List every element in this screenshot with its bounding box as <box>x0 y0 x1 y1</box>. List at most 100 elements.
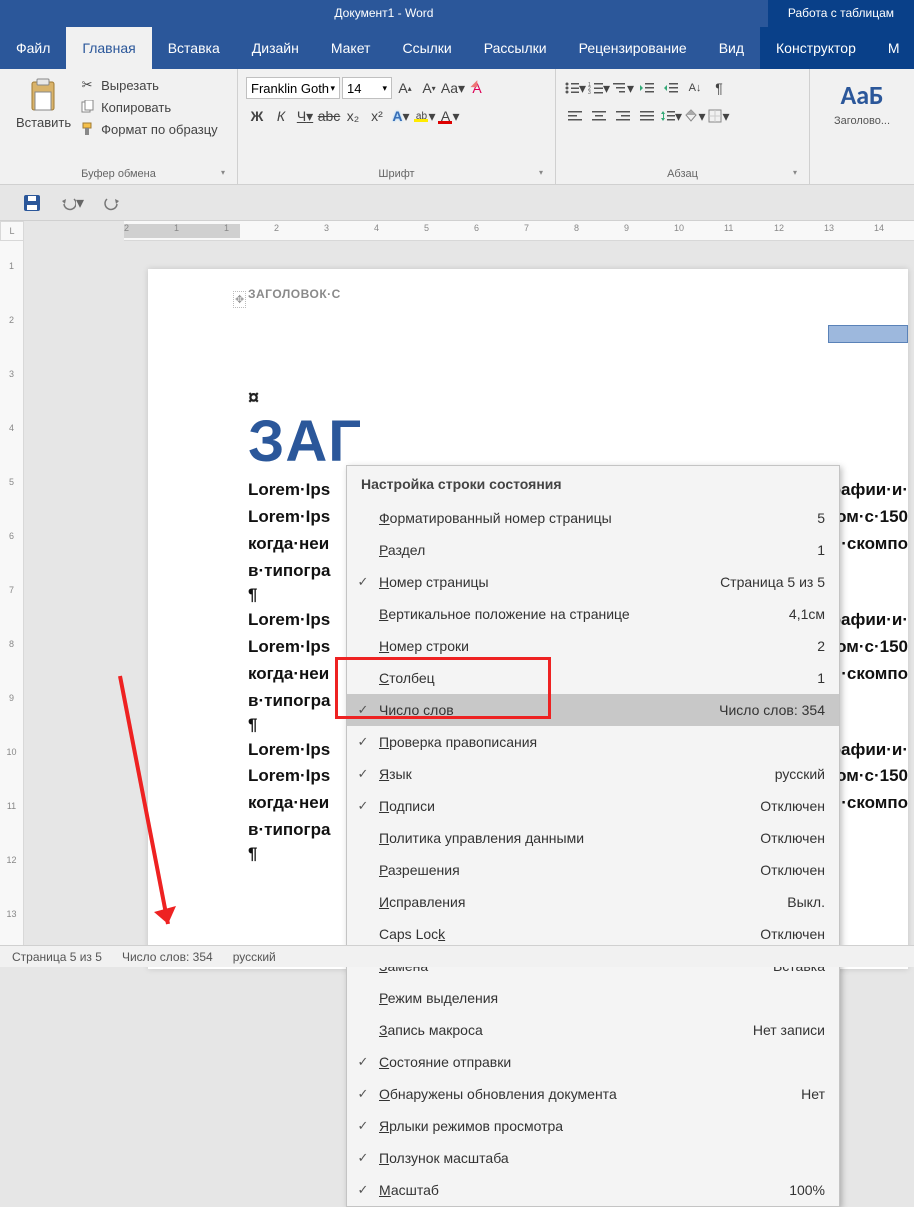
strike-button[interactable]: abc <box>318 105 340 127</box>
clear-format-button[interactable]: A◢ <box>466 77 488 99</box>
page-header-text: ЗАГОЛОВОК·С <box>248 287 908 301</box>
svg-text:3: 3 <box>588 90 591 95</box>
tab-view[interactable]: Вид <box>703 27 760 69</box>
borders-button[interactable]: ▾ <box>708 105 730 127</box>
tab-constructor[interactable]: Конструктор <box>760 27 872 69</box>
context-item-7[interactable]: ✓Проверка правописания <box>347 726 839 758</box>
superscript-button[interactable]: x² <box>366 105 388 127</box>
context-item-label: Состояние отправки <box>379 1054 825 1070</box>
context-item-19[interactable]: ✓Ярлыки режимов просмотра <box>347 1110 839 1142</box>
bold-button[interactable]: Ж <box>246 105 268 127</box>
tab-insert[interactable]: Вставка <box>152 27 236 69</box>
context-item-5[interactable]: Столбец1 <box>347 662 839 694</box>
context-item-17[interactable]: ✓Состояние отправки <box>347 1046 839 1078</box>
align-right-button[interactable] <box>612 105 634 127</box>
context-item-18[interactable]: ✓Обнаружены обновления документаНет <box>347 1078 839 1110</box>
context-item-8[interactable]: ✓Языкрусский <box>347 758 839 790</box>
context-item-12[interactable]: ИсправленияВыкл. <box>347 886 839 918</box>
context-item-label: Подписи <box>379 798 760 814</box>
context-item-10[interactable]: Политика управления даннымиОтключен <box>347 822 839 854</box>
shading-button[interactable]: ▾ <box>684 105 706 127</box>
annotation-arrow <box>80 666 190 956</box>
tab-home[interactable]: Главная <box>66 27 151 69</box>
pilcrow-button[interactable]: ¶ <box>708 77 730 99</box>
change-case-button[interactable]: Aa▾ <box>442 77 464 99</box>
dec-indent-button[interactable] <box>636 77 658 99</box>
check-icon: ✓ <box>347 1182 379 1198</box>
grow-font-button[interactable]: A▴ <box>394 77 416 99</box>
context-item-1[interactable]: Раздел1 <box>347 534 839 566</box>
context-item-0[interactable]: Форматированный номер страницы5 <box>347 502 839 534</box>
font-size-select[interactable]: 14▾ <box>342 77 392 99</box>
context-item-3[interactable]: Вертикальное положение на странице4,1см <box>347 598 839 630</box>
font-name-select[interactable]: Franklin Goth▾ <box>246 77 340 99</box>
sort-button[interactable]: A↓ <box>684 77 706 99</box>
context-item-9[interactable]: ✓ПодписиОтключен <box>347 790 839 822</box>
multilevel-button[interactable]: ▾ <box>612 77 634 99</box>
context-item-4[interactable]: Номер строки2 <box>347 630 839 662</box>
context-item-value: 4,1см <box>789 606 825 622</box>
table-anchor-icon[interactable]: ✥ <box>233 291 246 308</box>
context-item-11[interactable]: РазрешенияОтключен <box>347 854 839 886</box>
align-center-button[interactable] <box>588 105 610 127</box>
italic-button[interactable]: К <box>270 105 292 127</box>
ruler-corner[interactable]: L <box>0 221 24 241</box>
context-item-label: Номер строки <box>379 638 817 654</box>
check-icon: ✓ <box>347 734 379 750</box>
font-color-button[interactable]: A▾ <box>438 105 460 127</box>
context-item-21[interactable]: ✓Масштаб100% <box>347 1174 839 1206</box>
ribbon: Вставить ✂Вырезать Копировать Формат по … <box>0 69 914 185</box>
context-item-16[interactable]: Запись макросаНет записи <box>347 1014 839 1046</box>
bullets-button[interactable]: ▾ <box>564 77 586 99</box>
paste-button[interactable]: Вставить <box>8 73 79 166</box>
save-button[interactable] <box>20 191 44 215</box>
redo-button[interactable] <box>100 191 124 215</box>
tab-mailings[interactable]: Рассылки <box>468 27 563 69</box>
status-lang[interactable]: русский <box>233 950 276 964</box>
status-bar-context-menu: Настройка строки состояния Форматированн… <box>346 465 840 1207</box>
tab-references[interactable]: Ссылки <box>386 27 467 69</box>
undo-button[interactable]: ▾ <box>60 191 84 215</box>
group-label-paragraph: Абзац <box>564 166 801 184</box>
check-icon: ✓ <box>347 1054 379 1070</box>
text-effects-button[interactable]: A▾ <box>390 105 412 127</box>
context-item-value: 100% <box>789 1182 825 1198</box>
tab-file[interactable]: Файл <box>0 27 66 69</box>
context-item-value: Отключен <box>760 926 825 942</box>
context-item-value: 1 <box>817 542 825 558</box>
tab-design[interactable]: Дизайн <box>236 27 315 69</box>
align-left-button[interactable] <box>564 105 586 127</box>
context-item-label: Столбец <box>379 670 817 686</box>
shrink-font-button[interactable]: A▾ <box>418 77 440 99</box>
contextual-tab-label: Работа с таблицам <box>768 0 914 27</box>
numbering-button[interactable]: 123▾ <box>588 77 610 99</box>
justify-button[interactable] <box>636 105 658 127</box>
context-item-label: Масштаб <box>379 1182 789 1198</box>
style-preview-item[interactable]: АаБ Заголово... <box>818 73 906 184</box>
copy-button[interactable]: Копировать <box>79 99 218 115</box>
context-item-2[interactable]: ✓Номер страницыСтраница 5 из 5 <box>347 566 839 598</box>
horizontal-ruler[interactable]: 211234567891011121314 <box>124 221 914 241</box>
tab-layout[interactable]: Макет <box>315 27 387 69</box>
underline-button[interactable]: Ч▾ <box>294 105 316 127</box>
context-item-value: Выкл. <box>787 894 825 910</box>
highlight-button[interactable]: ab▾ <box>414 105 436 127</box>
tab-review[interactable]: Рецензирование <box>563 27 703 69</box>
tab-more[interactable]: М <box>872 27 914 69</box>
group-label-clipboard: Буфер обмена <box>8 166 229 184</box>
context-item-value: Страница 5 из 5 <box>720 574 825 590</box>
context-item-20[interactable]: ✓Ползунок масштаба <box>347 1142 839 1174</box>
scissors-icon: ✂ <box>79 77 95 93</box>
vertical-ruler[interactable]: 12345678910111213 <box>0 241 24 965</box>
subscript-button[interactable]: x₂ <box>342 105 364 127</box>
inc-indent-button[interactable] <box>660 77 682 99</box>
line-spacing-button[interactable]: ▾ <box>660 105 682 127</box>
context-item-label: Запись макроса <box>379 1022 753 1038</box>
format-painter-button[interactable]: Формат по образцу <box>79 121 218 137</box>
context-item-6[interactable]: ✓Число словЧисло слов: 354 <box>347 694 839 726</box>
context-item-15[interactable]: Режим выделения <box>347 982 839 1014</box>
context-item-label: Язык <box>379 766 775 782</box>
title-bar: Документ1 - Word Работа с таблицам <box>0 0 914 27</box>
cut-button[interactable]: ✂Вырезать <box>79 77 218 93</box>
paste-label: Вставить <box>16 115 71 130</box>
